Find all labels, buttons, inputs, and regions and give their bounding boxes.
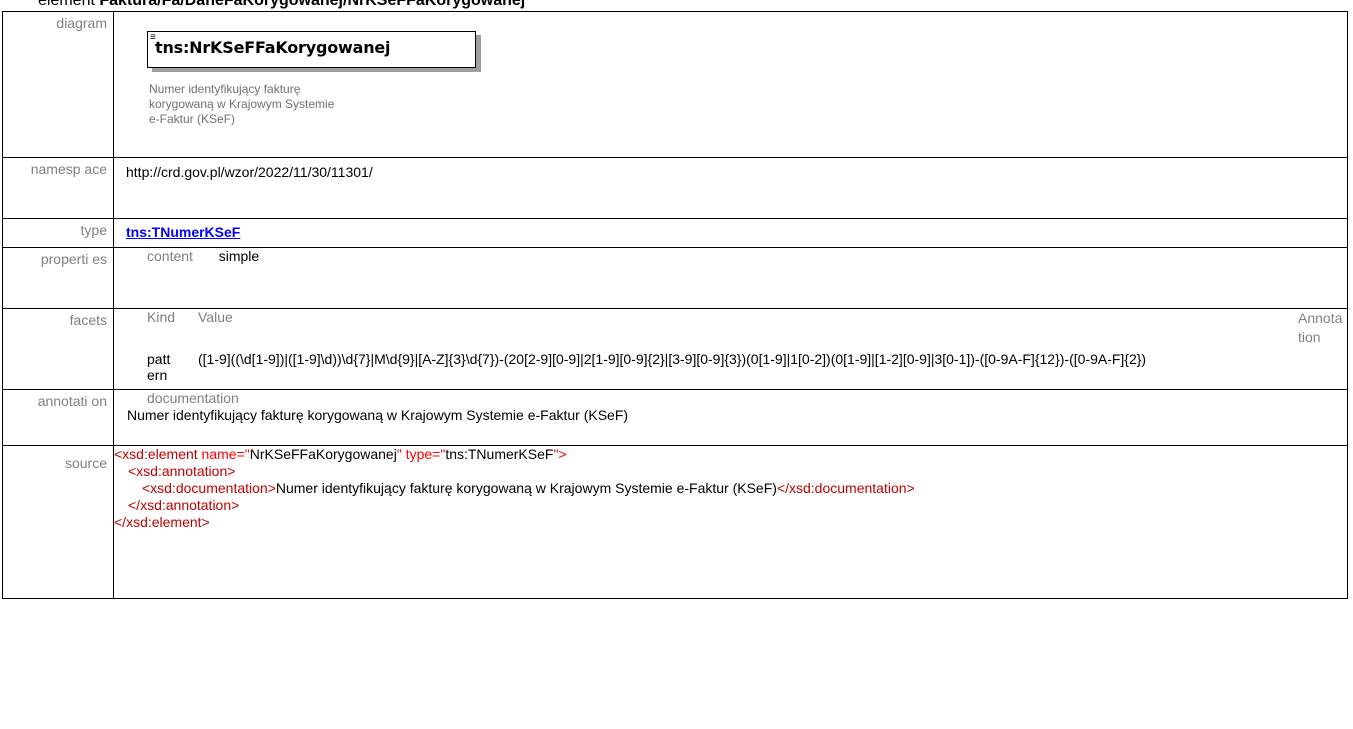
heading-path: Faktura/Fa/DaneFaKorygowanej/NrKSeFFaKor… [99, 0, 526, 9]
row-type: type tns:TNumerKSeF [2, 218, 1348, 248]
source-line-5: </xsd:element> [114, 514, 210, 530]
facet-pattern-value: ([1-9]((\d[1-9])|([1-9]\d))\d{7}|M\d{9}|… [198, 351, 1147, 367]
row-properties: properti es content simple [2, 247, 1348, 309]
element-heading: element Faktura/Fa/DaneFaKorygowanej/NrK… [38, 0, 525, 11]
source-code: <xsd:element name="NrKSeFFaKorygowanej" … [113, 445, 1348, 599]
facets-header-value: Value [198, 309, 233, 325]
properties-value: simple [218, 248, 260, 264]
element-doc-table: diagram ≡ tns:NrKSeFFaKorygowanej Numer … [2, 11, 1348, 599]
source-line-4: </xsd:annotation> [128, 497, 240, 513]
label-source: source [2, 445, 114, 599]
type-link[interactable]: tns:TNumerKSeF [126, 224, 240, 240]
facets-header-annotation: Annota tion [1298, 310, 1343, 345]
label-annotation: annotati on [2, 389, 114, 446]
element-diagram-box[interactable]: ≡ tns:NrKSeFFaKorygowanej [147, 31, 476, 68]
properties-key: content [147, 248, 193, 264]
diagram-documentation: Numer identyfikujący fakturę korygowaną … [149, 82, 335, 126]
annotation-key: documentation [147, 390, 239, 406]
heading-prefix: element [38, 0, 95, 9]
source-line-2: <xsd:annotation> [128, 463, 236, 479]
source-line-3: <xsd:documentation>Numer identyfikujący … [142, 480, 915, 496]
label-diagram: diagram [2, 11, 114, 158]
row-diagram: diagram ≡ tns:NrKSeFFaKorygowanej Numer … [2, 11, 1348, 158]
row-namespace: namesp ace http://crd.gov.pl/wzor/2022/1… [2, 157, 1348, 219]
facets-header-kind: Kind [147, 309, 176, 325]
label-namespace: namesp ace [2, 157, 114, 219]
annotation-text: Numer identyfikujący fakturę korygowaną … [127, 407, 629, 423]
label-properties: properti es [2, 247, 114, 309]
label-type: type [2, 218, 114, 248]
diagram-cell: ≡ tns:NrKSeFFaKorygowanej Numer identyfi… [113, 11, 1348, 158]
row-source: source <xsd:element name="NrKSeFFaKorygo… [2, 445, 1348, 599]
diagram-element-name: tns:NrKSeFFaKorygowanej [155, 38, 391, 57]
row-annotation: annotati on documentation Numer identyfi… [2, 389, 1348, 446]
facet-kind: patt ern [147, 351, 171, 383]
row-facets: facets Kind Value Annota tion patt ern (… [2, 308, 1348, 390]
label-facets: facets [2, 308, 114, 390]
source-line-1: <xsd:element name="NrKSeFFaKorygowanej" … [114, 446, 567, 462]
namespace-value: http://crd.gov.pl/wzor/2022/11/30/11301/ [113, 157, 1348, 219]
